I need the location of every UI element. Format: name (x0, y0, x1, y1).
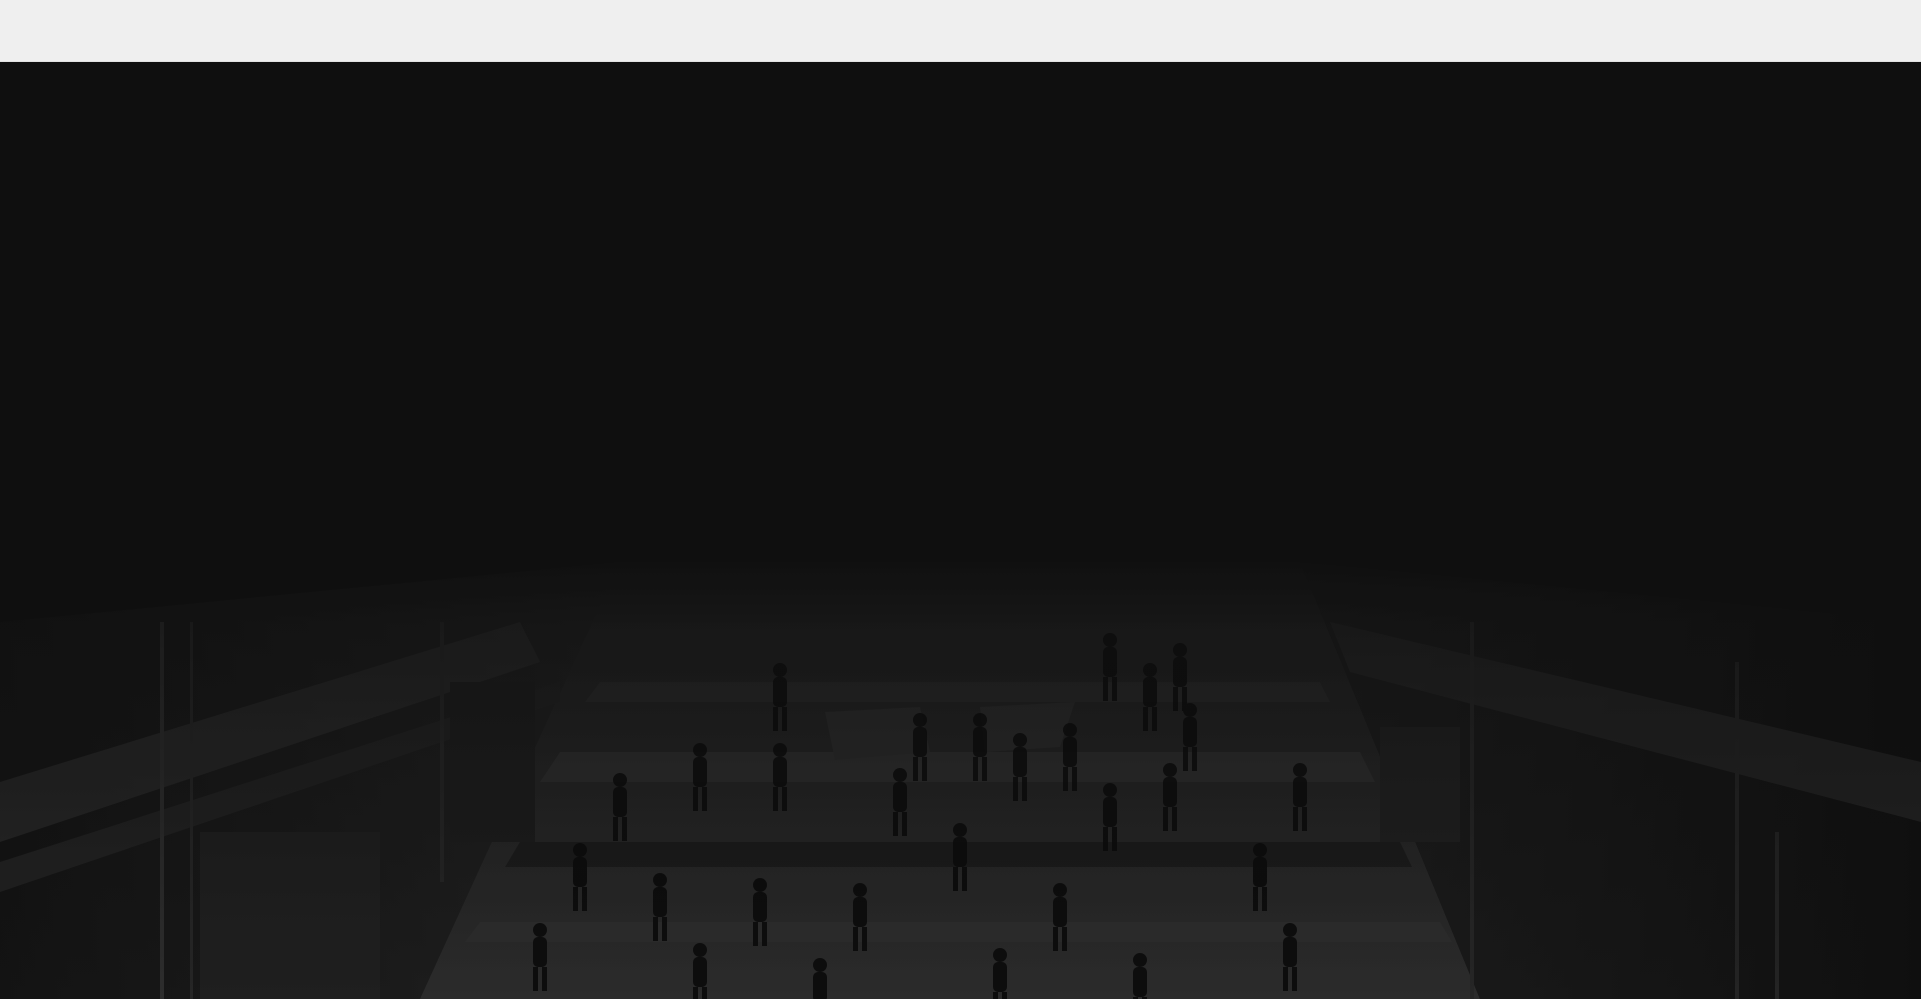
hero-section (0, 62, 1921, 999)
crowd-photo-icon (0, 62, 1921, 999)
top-bar (0, 0, 1921, 62)
